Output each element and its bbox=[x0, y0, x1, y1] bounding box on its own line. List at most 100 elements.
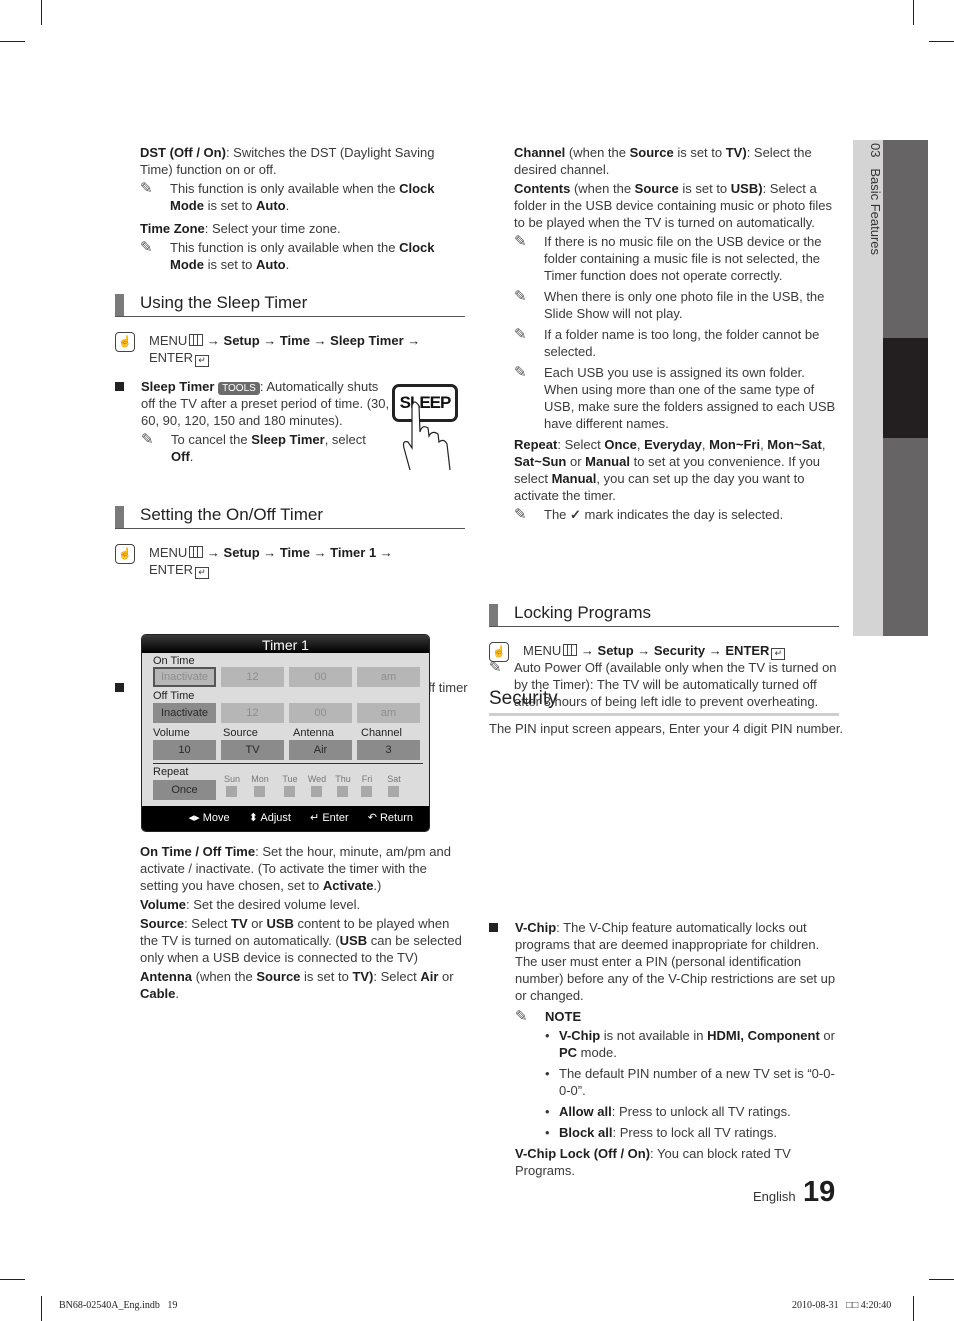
day-checkbox-sun[interactable] bbox=[226, 786, 237, 797]
security-title: Security bbox=[489, 688, 558, 709]
bullet-square bbox=[115, 382, 124, 391]
day-label-mon: Mon bbox=[251, 774, 269, 784]
day-label-sat: Sat bbox=[387, 774, 401, 784]
adjust-hint: ⬍ Adjust bbox=[248, 812, 291, 824]
day-checkbox-mon[interactable] bbox=[254, 786, 265, 797]
source-label: Source bbox=[223, 727, 258, 739]
off-time-hour-field[interactable]: 12 bbox=[221, 703, 284, 723]
sleep-menu-path: ☝ MENU → Setup → Time → Sleep Timer → EN… bbox=[115, 332, 469, 367]
remote-hand-icon: ☝ bbox=[115, 332, 135, 352]
vchip-note: ✎ NOTE bbox=[515, 1008, 582, 1025]
on-time-label: On Time bbox=[153, 655, 195, 667]
day-checkbox-wed[interactable] bbox=[311, 786, 322, 797]
channel-field[interactable]: 3 bbox=[357, 740, 420, 760]
day-checkbox-fri[interactable] bbox=[361, 786, 372, 797]
side-tab-block bbox=[883, 140, 928, 338]
day-label-tue: Tue bbox=[282, 774, 298, 784]
day-checkbox-sat[interactable] bbox=[388, 786, 399, 797]
off-time-activate-field[interactable]: Inactivate bbox=[153, 703, 216, 723]
section-heading-locking-programs: Locking Programs bbox=[489, 602, 839, 627]
menu-icon bbox=[189, 334, 204, 346]
day-label-thu: Thu bbox=[335, 774, 351, 784]
volume-desc: Volume: Set the desired volume level. bbox=[140, 897, 361, 912]
ontime-desc: On Time / Off Time: Set the hour, minute… bbox=[140, 844, 451, 893]
off-time-minute-field[interactable]: 00 bbox=[289, 703, 352, 723]
on-time-activate-field[interactable]: Inactivate bbox=[153, 667, 216, 687]
bullet-square bbox=[489, 923, 498, 932]
menu-icon bbox=[563, 644, 578, 656]
volume-field[interactable]: 10 bbox=[153, 740, 216, 760]
bullet-square bbox=[115, 683, 124, 692]
antenna-label: Antenna bbox=[293, 727, 334, 739]
chapter-label: 03 Basic Features bbox=[868, 143, 883, 256]
day-label-sun: Sun bbox=[223, 774, 240, 784]
on-time-minute-field[interactable]: 00 bbox=[289, 667, 352, 687]
day-checkbox-tue[interactable] bbox=[284, 786, 295, 797]
crop-mark bbox=[0, 41, 25, 42]
timezone-paragraph: Time Zone: Select your time zone. bbox=[140, 221, 341, 236]
return-hint: ↶ Return bbox=[367, 812, 413, 824]
off-time-label: Off Time bbox=[153, 690, 195, 702]
dialog-footer: ◂▸ Move ⬍ Adjust ↵ Enter ↶ Return bbox=[142, 806, 429, 831]
timer-descriptions: On Time / Off Time: Set the hour, minute… bbox=[140, 843, 466, 1004]
crop-mark bbox=[929, 1279, 954, 1280]
enter-icon: ↵ bbox=[195, 567, 210, 579]
crop-mark bbox=[913, 0, 914, 25]
volume-label: Volume bbox=[153, 727, 190, 739]
contents-desc: Contents (when the Source is set to USB)… bbox=[514, 181, 832, 230]
vchip-lock-desc: V-Chip Lock (Off / On): You can block ra… bbox=[515, 1146, 791, 1178]
chapter-side-tab: 03 Basic Features bbox=[853, 140, 883, 636]
vchip-item: V-Chip: The V-Chip feature automatically… bbox=[489, 919, 839, 1179]
source-field[interactable]: TV bbox=[221, 740, 284, 760]
note-pencil-icon: ✎ bbox=[140, 180, 153, 197]
bullet-dot: • bbox=[545, 1028, 550, 1043]
on-time-hour-field[interactable]: 12 bbox=[221, 667, 284, 687]
day-label-wed: Wed bbox=[307, 774, 327, 784]
onoff-menu-path: ☝ MENU → Setup → Time → Timer 1 → ENTER ↵ bbox=[115, 544, 469, 579]
repeat-desc: Repeat: Select Once, Everyday, Mon~Fri, … bbox=[514, 437, 826, 503]
bullet-dot: • bbox=[545, 1125, 550, 1140]
crop-mark bbox=[0, 1279, 25, 1280]
left-column: DST (Off / On): Switches the DST (Daylig… bbox=[140, 144, 468, 275]
security-title-rule bbox=[489, 713, 839, 716]
enter-icon: ↵ bbox=[771, 648, 786, 660]
crop-mark bbox=[41, 0, 42, 25]
enter-hint: ↵ Enter bbox=[310, 812, 349, 824]
crop-mark bbox=[913, 1296, 914, 1321]
remote-hand-icon: ☝ bbox=[489, 642, 509, 662]
sleep-cancel-note: ✎ To cancel the Sleep Timer, select Off. bbox=[141, 431, 366, 464]
off-time-ampm-field[interactable]: am bbox=[357, 703, 420, 723]
day-checkbox-thu[interactable] bbox=[337, 786, 348, 797]
note-pencil-icon: ✎ bbox=[515, 1008, 528, 1025]
usb-note: ✎ If a folder name is too long, the folde… bbox=[514, 326, 820, 359]
note-pencil-icon: ✎ bbox=[514, 506, 527, 523]
heading-bar bbox=[489, 604, 498, 626]
remote-hand-icon: ☝ bbox=[115, 544, 135, 564]
pointing-hand-icon bbox=[402, 401, 451, 470]
tools-badge: TOOLS bbox=[218, 382, 260, 395]
channel-desc: Channel (when the Source is set to TV): … bbox=[514, 145, 812, 177]
source-desc: Source: Select TV or USB content to be p… bbox=[140, 916, 462, 965]
usb-note: ✎ If there is no music file on the USB de… bbox=[514, 233, 822, 283]
crop-mark bbox=[41, 1296, 42, 1321]
print-file-info: BN68-02540A_Eng.indb 19 bbox=[59, 1300, 178, 1311]
antenna-field[interactable]: Air bbox=[289, 740, 352, 760]
note-pencil-icon: ✎ bbox=[514, 233, 527, 250]
bullet-dot: • bbox=[545, 1066, 550, 1081]
move-hint: ◂▸ Move bbox=[188, 812, 230, 824]
right-column: Channel (when the Source is set to TV): … bbox=[514, 144, 840, 525]
security-intro: The PIN input screen appears, Enter your… bbox=[489, 721, 844, 736]
on-time-ampm-field[interactable]: am bbox=[357, 667, 420, 687]
repeat-field[interactable]: Once bbox=[153, 780, 216, 800]
footer-language: English bbox=[753, 1189, 796, 1204]
day-label-fri: Fri bbox=[361, 774, 373, 784]
note-bullet: • Allow all: Press to unlock all TV ratin… bbox=[545, 1104, 791, 1119]
usb-note: ✎ Each USB you use is assigned its own fo… bbox=[514, 364, 836, 431]
note-bullet: • V-Chip is not available in HDMI, Compon… bbox=[545, 1028, 835, 1060]
channel-label: Channel bbox=[361, 727, 402, 739]
note-pencil-icon: ✎ bbox=[514, 364, 527, 381]
note-pencil-icon: ✎ bbox=[514, 288, 527, 305]
usb-note: ✎ When there is only one photo file in th… bbox=[514, 288, 825, 321]
note-pencil-icon: ✎ bbox=[140, 239, 153, 256]
side-tab-block bbox=[883, 438, 928, 636]
